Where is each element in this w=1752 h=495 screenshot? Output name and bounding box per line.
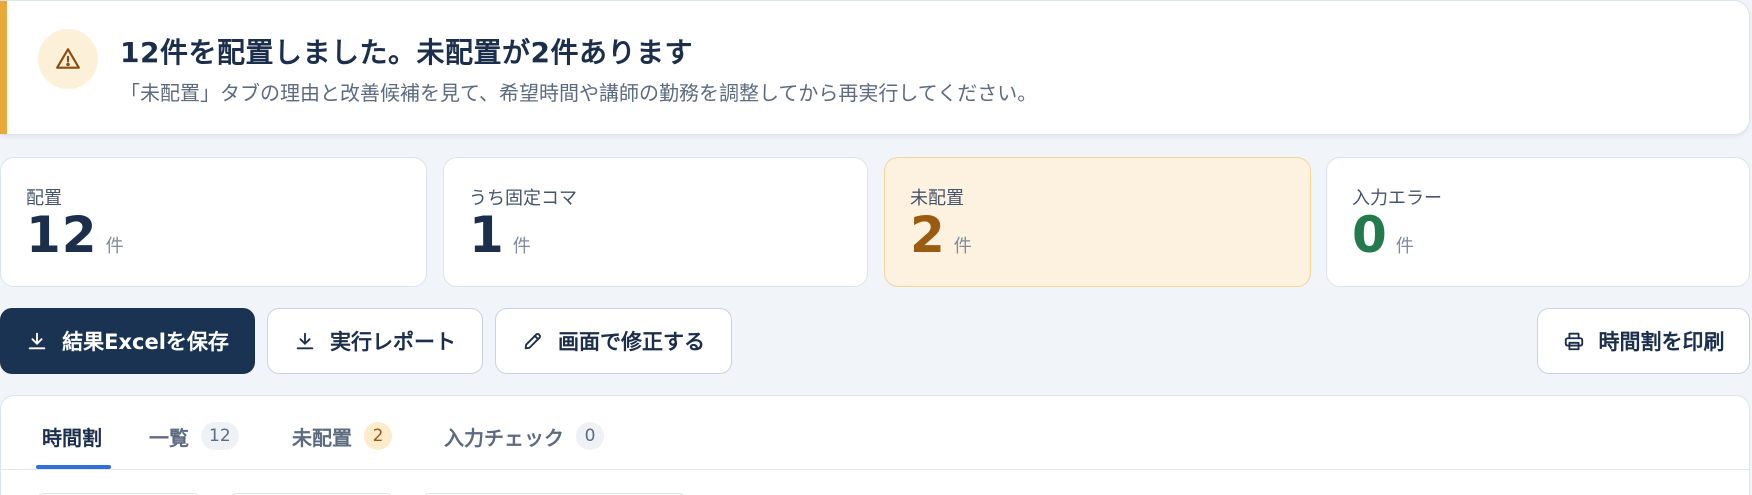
printer-icon [1564,332,1583,351]
download-icon [296,332,314,350]
tab-timetable[interactable]: 時間割 [42,416,102,456]
alert-title: 12件を配置しました。未配置が2件あります [120,36,693,69]
tab-unplaced[interactable]: 未配置 2 [292,416,392,456]
warning-alert: 12件を配置しました。未配置が2件あります 「未配置」タブの理由と改善候補を見て… [0,0,1750,135]
tabs-divider [1,469,1749,470]
alert-accent-stripe [0,1,7,134]
stat-unit: 件 [953,236,972,257]
save-excel-button[interactable]: 結果Excelを保存 [0,308,255,374]
report-button[interactable]: 実行レポート [267,308,483,374]
print-label: 時間割を印刷 [1598,330,1725,354]
stat-card-unplaced: 未配置 2 件 [884,157,1311,287]
stat-unit: 件 [1395,236,1414,257]
stat-value: 1 [469,206,505,264]
results-tabs-panel: 時間割 一覧 12 未配置 2 入力チェック 0 [0,395,1750,495]
warning-triangle-icon [38,29,98,89]
pencil-icon [524,333,541,350]
results-page: 12件を配置しました。未配置が2件あります 「未配置」タブの理由と改善候補を見て… [0,0,1752,495]
stat-unit: 件 [512,236,531,257]
tab-input-check[interactable]: 入力チェック 0 [444,416,604,456]
edit-on-screen-label: 画面で修正する [558,330,705,354]
tab-label: 時間割 [42,425,102,450]
tab-count-badge: 12 [201,422,239,450]
stat-value: 12 [26,206,98,264]
tab-label: 未配置 [292,425,352,450]
stat-card-placed: 配置 12 件 [0,157,427,287]
stat-value: 0 [1352,206,1388,264]
download-icon [28,332,46,350]
tab-list[interactable]: 一覧 12 [149,416,239,456]
tab-label: 一覧 [149,425,189,450]
save-excel-label: 結果Excelを保存 [62,330,229,354]
alert-description: 「未配置」タブの理由と改善候補を見て、希望時間や講師の勤務を調整してから再実行し… [120,81,1038,105]
stat-value: 2 [910,206,946,264]
print-timetable-button[interactable]: 時間割を印刷 [1537,308,1750,374]
tab-label: 入力チェック [444,425,564,450]
tab-count-badge: 0 [576,422,604,450]
stat-unit: 件 [105,236,124,257]
stat-card-fixed: うち固定コマ 1 件 [443,157,868,287]
stat-card-errors: 入力エラー 0 件 [1326,157,1750,287]
report-label: 実行レポート [330,330,456,354]
tab-count-badge: 2 [364,422,392,450]
edit-on-screen-button[interactable]: 画面で修正する [495,308,732,374]
